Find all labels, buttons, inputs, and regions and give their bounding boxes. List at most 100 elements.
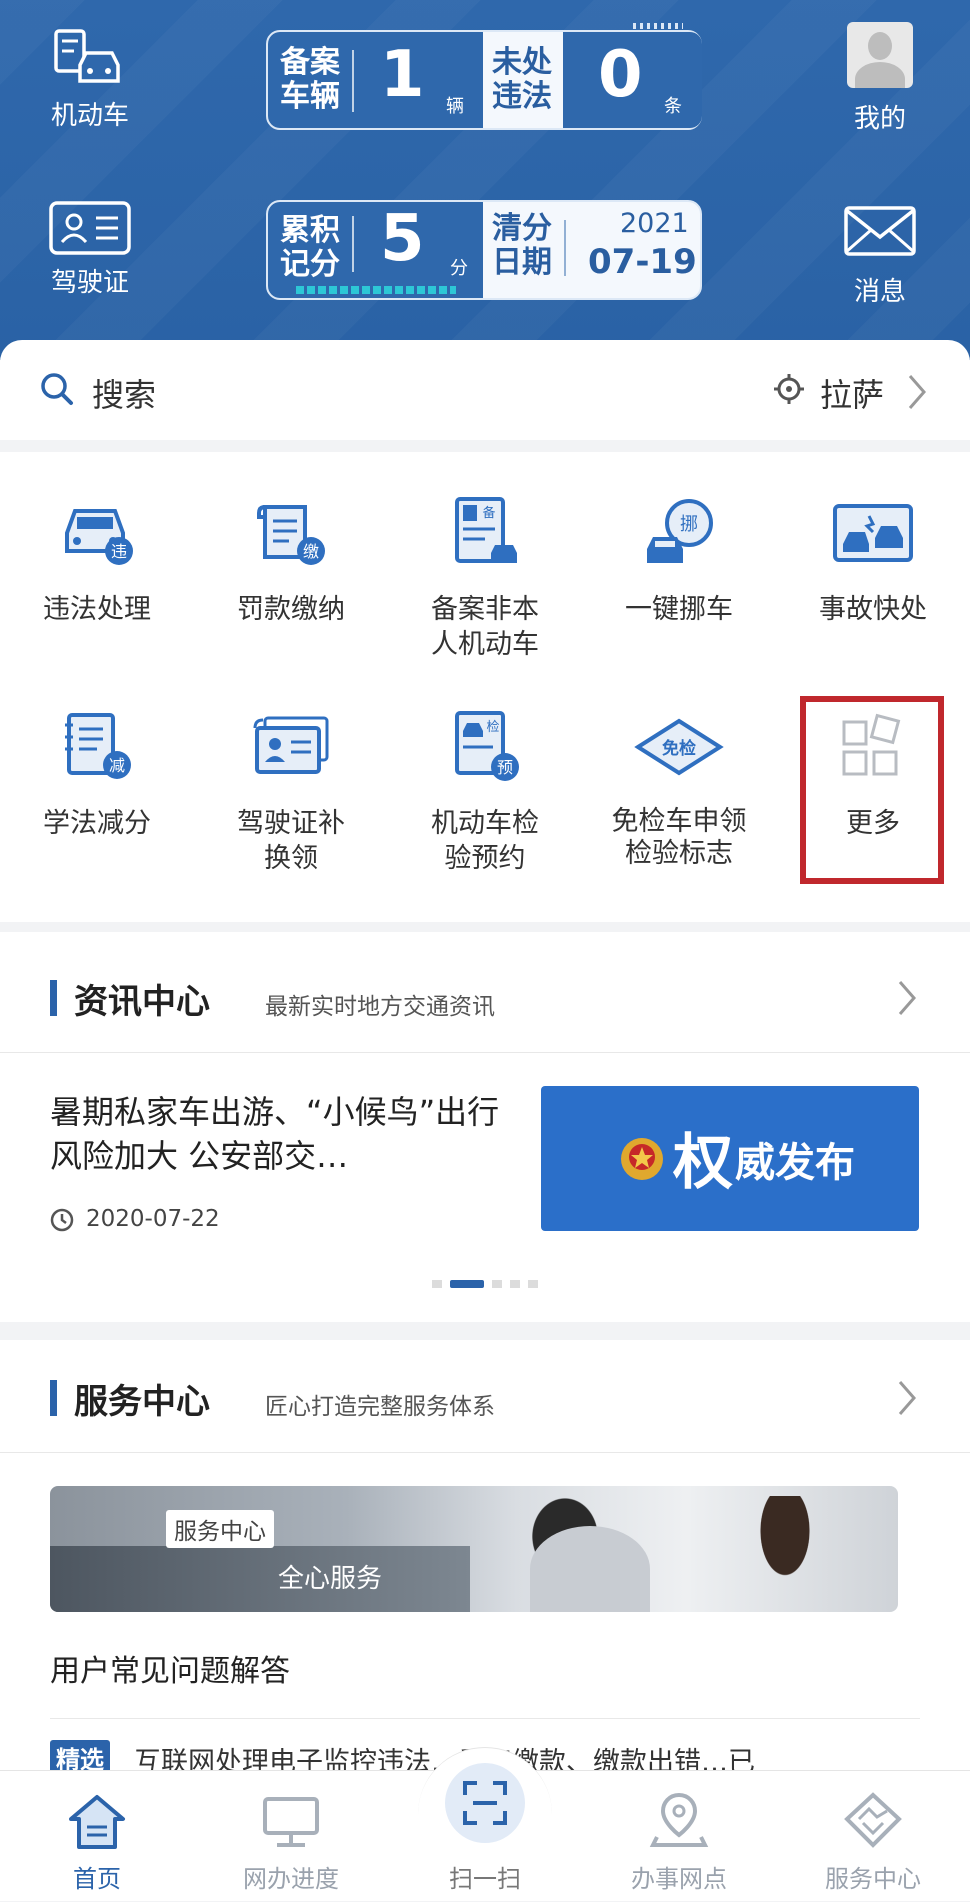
service-label: 备案非本 人机动车	[431, 594, 539, 660]
violations-count: 0	[598, 38, 643, 112]
violations-label-1: 未处	[492, 45, 552, 80]
message-button[interactable]: 消息	[815, 205, 945, 308]
avatar	[847, 22, 913, 88]
service-label: 免检车申领 检验标志	[611, 806, 747, 869]
points-unit: 分	[450, 258, 468, 279]
service-accident[interactable]: 事故快处	[776, 488, 970, 627]
license-button[interactable]: 驾驶证	[25, 200, 155, 299]
monitor-icon	[263, 1797, 319, 1847]
tab-label: 网办进度	[243, 1865, 339, 1893]
vehicles-label-2: 车辆	[280, 79, 340, 114]
register-document-icon: 备	[455, 497, 517, 563]
tab-label: 首页	[73, 1865, 121, 1893]
service-banner[interactable]: 服务中心 全心服务	[50, 1486, 898, 1612]
news-section: 资讯中心 最新实时地方交通资讯 暑期私家车出游、“小候鸟”出行风险加大 公安部交…	[0, 932, 970, 1322]
vehicle-label: 机动车	[50, 101, 129, 131]
car-document-icon	[54, 29, 120, 83]
service-grid: 违 违法处理 缴 罚款缴纳 备 备案非本 人机动车 挪 一键挪车 事故快处 减 …	[0, 452, 970, 922]
tab-label: 办事网点	[631, 1865, 727, 1893]
svg-text:备: 备	[482, 505, 495, 521]
license-card-icon	[49, 201, 131, 255]
tab-progress[interactable]: 网办进度	[194, 1771, 388, 1902]
tab-service-points[interactable]: 办事网点	[582, 1771, 776, 1902]
clear-label-1: 清分	[492, 211, 552, 246]
carousel-dots	[432, 1280, 542, 1288]
handshake-diamond-icon	[844, 1792, 902, 1848]
service-license-renew[interactable]: 驾驶证补 换领	[194, 702, 388, 876]
city-label[interactable]: 拉萨	[820, 370, 884, 416]
faq-title[interactable]: 用户常见问题解答	[50, 1646, 290, 1690]
search-label: 搜索	[92, 376, 157, 414]
home-icon	[69, 1795, 125, 1849]
message-label: 消息	[853, 277, 906, 307]
vehicles-count: 1	[380, 38, 425, 112]
chevron-right-icon[interactable]	[896, 1378, 918, 1418]
license-label: 驾驶证	[50, 268, 129, 298]
bottom-tab-bar: 首页 网办进度 扫一扫 办事网点 服务中心	[0, 1747, 970, 1902]
svg-text:预: 预	[497, 758, 513, 777]
move-car-icon: 挪	[647, 499, 713, 563]
search-bar[interactable]: 搜索 拉萨	[0, 350, 970, 440]
vehicle-button[interactable]: 机动车	[25, 25, 155, 132]
tab-label: 扫一扫	[449, 1865, 521, 1893]
police-emblem-icon	[621, 1138, 663, 1180]
service-label: 驾驶证补 换领	[237, 808, 345, 874]
svg-text:违: 违	[111, 542, 127, 561]
clock-icon	[50, 1208, 74, 1232]
svg-text:减: 减	[109, 756, 125, 775]
service-label: 学法减分	[43, 808, 151, 839]
points-count: 5	[380, 202, 425, 276]
inspection-booking-icon: 检 预	[455, 711, 519, 781]
news-subtitle: 最新实时地方交通资讯	[265, 994, 495, 1020]
service-center-subtitle: 匠心打造完整服务体系	[265, 1394, 495, 1420]
record-panel[interactable]: 备案 车辆 1 辆 未处 违法 0 条	[266, 23, 702, 130]
service-study-reduce[interactable]: 减 学法减分	[0, 702, 194, 841]
clear-label-2: 日期	[492, 245, 552, 280]
points-label-1: 累积	[280, 213, 340, 248]
location-target-icon	[774, 374, 804, 404]
service-center-title: 服务中心	[74, 1382, 210, 1422]
svg-text:缴: 缴	[303, 542, 319, 561]
points-progress	[296, 286, 456, 294]
tab-scan[interactable]: 扫一扫	[388, 1763, 582, 1902]
news-article-date: 2020-07-22	[86, 1206, 220, 1232]
exempt-inspection-icon: 免检	[634, 718, 724, 776]
points-panel[interactable]: 累积 记分 5 分 清分 日期 2021 07-19	[266, 200, 702, 300]
service-fine-payment[interactable]: 缴 罚款缴纳	[194, 488, 388, 627]
service-exempt-inspection[interactable]: 免检 免检车申领 检验标志	[582, 702, 776, 870]
vehicles-unit: 辆	[446, 96, 464, 117]
svg-text:挪: 挪	[680, 514, 698, 535]
svg-text:检: 检	[486, 720, 499, 735]
mail-icon	[844, 206, 916, 256]
service-label: 事故快处	[819, 594, 927, 625]
search-icon	[41, 373, 73, 405]
chevron-right-icon[interactable]	[896, 978, 918, 1018]
svg-text:免检: 免检	[662, 738, 696, 759]
service-violation[interactable]: 违 违法处理	[0, 488, 194, 627]
banner-text-big: 权	[673, 1128, 733, 1198]
study-notebook-icon: 减	[65, 713, 131, 779]
tab-service-center[interactable]: 服务中心	[776, 1771, 970, 1902]
clear-year: 2021	[620, 208, 689, 239]
mine-label: 我的	[853, 104, 906, 134]
service-label: 违法处理	[43, 594, 151, 625]
mine-button[interactable]: 我的	[815, 22, 945, 135]
clear-date: 07-19	[588, 242, 697, 282]
header: 机动车 驾驶证 我的 消息 备案 车辆 1 辆 未处 违法 0 条 累积 记分 …	[0, 0, 970, 360]
news-article-title[interactable]: 暑期私家车出游、“小候鸟”出行风险加大 公安部交…	[50, 1090, 530, 1178]
service-inspection-booking[interactable]: 检 预 机动车检 验预约	[388, 702, 582, 876]
tab-label: 服务中心	[825, 1865, 921, 1893]
service-register-vehicle[interactable]: 备 备案非本 人机动车	[388, 488, 582, 662]
service-move-car[interactable]: 挪 一键挪车	[582, 488, 776, 627]
location-pin-icon	[649, 1792, 709, 1847]
banner-text: 威发布	[735, 1139, 855, 1186]
car-violation-icon: 违	[65, 509, 133, 565]
tab-home[interactable]: 首页	[0, 1771, 194, 1902]
news-banner[interactable]: 权 威发布	[541, 1086, 919, 1231]
service-label: 机动车检 验预约	[431, 808, 539, 874]
service-label: 一键挪车	[625, 594, 733, 625]
fine-document-icon: 缴	[257, 505, 325, 565]
news-title: 资讯中心	[74, 982, 210, 1022]
scan-icon	[463, 1781, 507, 1825]
service-label: 罚款缴纳	[237, 594, 345, 625]
